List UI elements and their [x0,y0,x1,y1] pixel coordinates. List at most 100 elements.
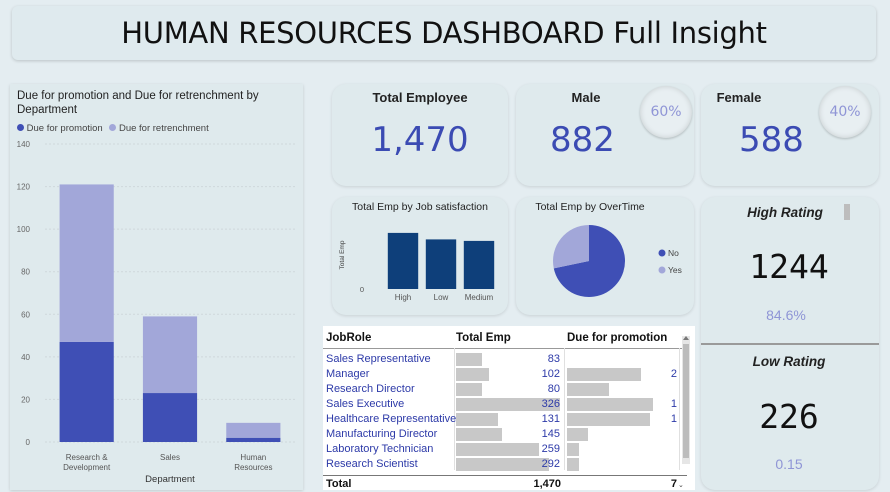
total-employee-card: Total Employee 1,470 [332,84,508,186]
y-tick-label: 0 [26,438,31,447]
bar-high [387,232,419,289]
y-tick-label: 40 [21,353,30,362]
bar-retrenchment [226,422,281,438]
job-satisfaction-card: Total Emp by Job satisfaction 0 Total Emp… [332,197,508,315]
y-tick-label: 140 [17,140,31,149]
due-promotion-bar [567,428,588,441]
header-underline [323,348,687,349]
pie-slice-yes [553,225,589,269]
bar-medium [463,240,495,289]
due-promotion-cell: 1 [670,413,677,425]
low-rating-label: Low Rating [752,354,826,369]
scrollbar-thumb[interactable] [683,344,689,458]
total-emp-cell: 259 [541,443,560,455]
high-rating-value: 1244 [749,247,829,286]
due-promotion-bar [567,458,579,471]
total-emp-cell: 80 [547,383,560,395]
y-tick-label: 100 [17,225,31,234]
x-tick-label: Medium [465,293,494,302]
due-promotion-bar [567,383,609,396]
table-row[interactable]: Research Director 80 [323,382,679,397]
total-emp-bar [456,368,489,381]
department-chart-panel: Due for promotion and Due for retrenchme… [10,84,303,490]
chevron-down-icon[interactable]: ⌄ [678,481,684,489]
due-promotion-cell: 1 [670,398,677,410]
vertical-scrollbar[interactable] [682,336,690,464]
female-label: Female [716,90,762,105]
total-employee-label: Total Employee [372,90,468,105]
y-tick-label: 80 [21,268,30,277]
jobrole-cell: Manager [326,368,370,380]
female-percent-badge: 40% [819,86,871,138]
y-tick-label: 60 [21,310,30,319]
total-emp-cell: 326 [541,398,560,410]
total-emp-bar [456,428,503,441]
due-promotion-bar [567,398,653,411]
table-row[interactable]: Sales Executive 326 1 [323,397,679,412]
bar-low [425,239,457,289]
due-promotion-cell: 2 [670,368,677,380]
table-row[interactable]: Manager 102 2 [323,367,679,382]
x-tick-label: Low [434,293,449,302]
legend-marker-yes [658,266,666,274]
total-row-value: 1,470 [533,478,561,490]
y-axis-label: Total Emp [339,240,346,269]
male-label: Male [571,90,601,105]
total-emp-bar [456,383,482,396]
jobrole-cell: Manufacturing Director [326,428,438,440]
dashboard-title-bar: HUMAN RESOURCES DASHBOARD Full Insight [12,6,876,60]
y-tick-label: 0 [360,285,364,294]
overtime-pie-chart: No Yes [553,225,682,297]
jobrole-cell: Research Scientist [326,458,418,470]
male-value: 882 [550,120,615,160]
bar-retrenchment [142,316,198,394]
department-stacked-bar-chart: 0 20 40 60 80 100 120 140 Research &Development S… [17,140,295,485]
total-emp-cell: 131 [541,413,560,425]
x-tick-label: Human [240,453,266,462]
male-percent-badge: 60% [640,86,692,138]
bar-retrenchment [59,184,114,342]
job-satisfaction-bar-chart: 0 Total Emp High Low Medium [339,232,495,302]
legend-label-no: No [668,248,679,258]
x-tick-label: Sales [160,453,180,462]
total-row-border [323,475,687,476]
total-row-label: Total [326,478,352,490]
legend-label-yes: Yes [668,265,682,275]
jobrole-table[interactable]: JobRole Total Emp Due for promotion Sale… [323,326,695,490]
overtime-card: Total Emp by OverTime No Yes [516,197,694,315]
total-emp-cell: 145 [541,428,560,440]
high-rating-scrollbar[interactable] [844,204,850,220]
rating-card: High Rating 1244 84.6% Low Rating 226 0.… [701,197,879,490]
table-row[interactable]: Manufacturing Director 145 [323,427,679,442]
total-emp-cell: 83 [547,353,560,365]
scrollbar-up-arrow-icon[interactable] [683,336,689,340]
bar-promotion [226,437,281,442]
y-tick-label: 120 [17,183,31,192]
low-rating-value: 226 [759,397,819,436]
total-row-promotion: 7 [670,478,677,490]
column-header-jobrole[interactable]: JobRole [326,332,371,344]
column-header-total-emp[interactable]: Total Emp [456,332,511,344]
due-promotion-bar [567,413,651,426]
column-header-due-promotion[interactable]: Due for promotion [567,332,667,344]
rating-divider [701,343,879,345]
x-axis-label: Department [145,474,195,485]
jobrole-cell: Healthcare Representative [326,413,457,425]
x-tick-label: Research & [66,453,108,462]
table-row[interactable]: Sales Representative 83 [323,352,679,367]
table-row[interactable]: Research Scientist 292 [323,457,679,472]
table-row[interactable]: Healthcare Representative 131 1 [323,412,679,427]
x-tick-label: High [395,293,411,302]
y-tick-label: 20 [21,395,30,404]
due-promotion-bar [567,443,579,456]
total-emp-bar [456,353,483,366]
dashboard-title: HUMAN RESOURCES DASHBOARD Full Insight [121,16,767,50]
female-card: Female 588 40% [701,84,879,186]
x-tick-label: Development [63,463,111,472]
bar-promotion [59,341,114,442]
total-emp-bar [456,413,498,426]
table-row[interactable]: Laboratory Technician 259 [323,442,679,457]
due-promotion-bar [567,368,642,381]
jobrole-cell: Sales Executive [326,398,405,410]
jobrole-cell: Sales Representative [326,353,431,365]
